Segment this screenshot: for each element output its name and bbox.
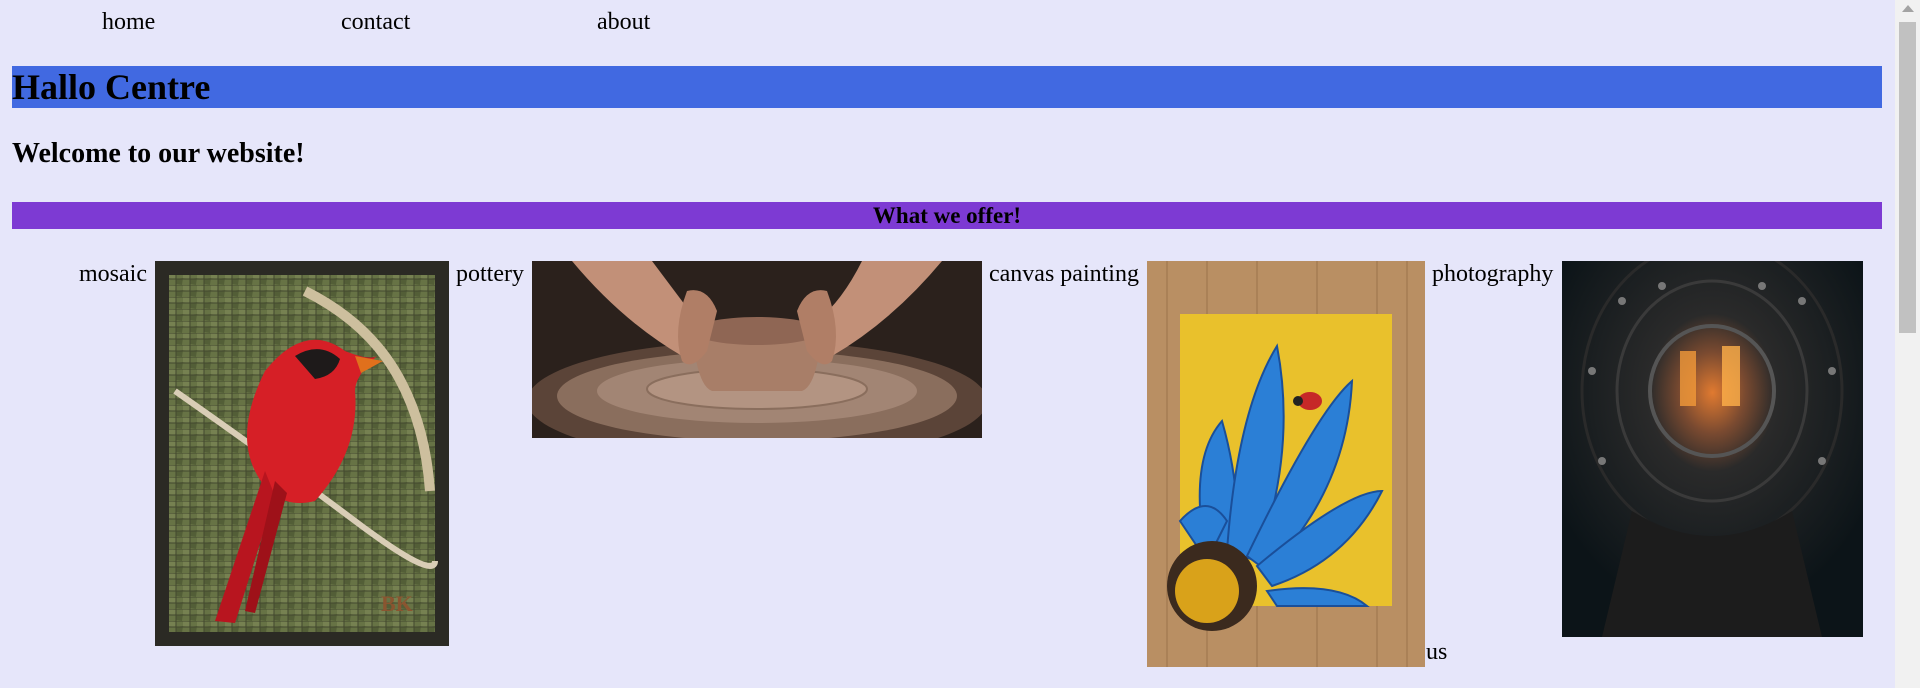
nav-link-home[interactable]: home bbox=[102, 8, 155, 36]
offer-banner: What we offer! bbox=[12, 202, 1882, 229]
offer-label-pottery: pottery bbox=[456, 261, 524, 287]
offer-label-canvas-painting: canvas painting bbox=[989, 261, 1139, 287]
svg-text:BK: BK bbox=[381, 591, 413, 616]
nav-link-contact[interactable]: contact bbox=[341, 8, 410, 36]
welcome-heading: Welcome to our website! bbox=[12, 138, 305, 169]
mosaic-image: BK bbox=[155, 261, 449, 646]
scroll-up-arrow-icon[interactable] bbox=[1902, 5, 1914, 12]
scrollbar-thumb[interactable] bbox=[1899, 22, 1916, 333]
nav-link-about[interactable]: about bbox=[597, 8, 650, 36]
vertical-scrollbar[interactable] bbox=[1895, 0, 1920, 688]
offer-label-mosaic: mosaic bbox=[79, 261, 147, 287]
photography-image bbox=[1562, 261, 1863, 637]
offer-heading: What we offer! bbox=[872, 203, 1022, 228]
offer-label-photography: photography bbox=[1432, 261, 1554, 287]
pottery-image bbox=[532, 261, 982, 438]
canvas-painting-image bbox=[1147, 261, 1425, 667]
site-title: Hallo Centre bbox=[12, 67, 211, 107]
page: home contact about Hallo Centre Welcome … bbox=[0, 0, 1895, 688]
trailing-text: us bbox=[1426, 639, 1448, 665]
title-banner: Hallo Centre bbox=[12, 66, 1882, 108]
